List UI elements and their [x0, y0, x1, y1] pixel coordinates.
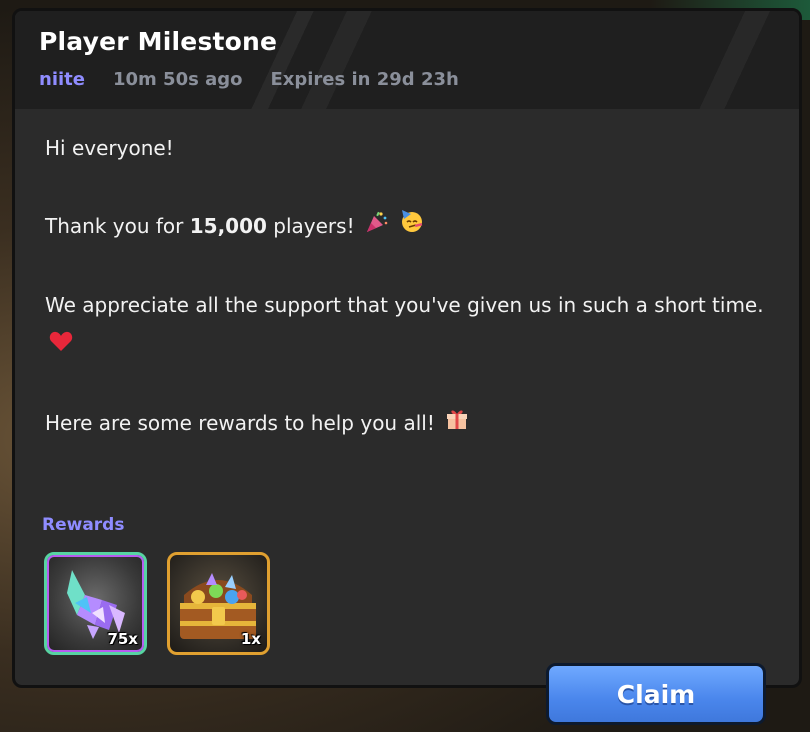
player-count: 15,000: [189, 214, 267, 238]
rewards-label: Rewards: [42, 515, 125, 535]
heart-icon: [49, 326, 73, 365]
reward-crystal-shards[interactable]: 75x: [44, 552, 147, 655]
message-body: Hi everyone! Thank you for 15,000 player…: [45, 129, 765, 444]
message-line: Here are some rewards to help you all!: [45, 404, 765, 444]
party-face-icon: [399, 208, 425, 247]
message-line: Thank you for 15,000 players!: [45, 207, 765, 247]
dialog-title: Player Milestone: [39, 27, 278, 56]
dialog-meta: niite 10m 50s ago Expires in 29d 23h: [39, 69, 459, 90]
reward-treasure-chest[interactable]: 1x: [167, 552, 270, 655]
reward-quantity: 1x: [240, 630, 261, 648]
claim-button[interactable]: Claim: [546, 663, 766, 725]
party-popper-icon: [365, 208, 389, 247]
dialog-header: Player Milestone niite 10m 50s ago Expir…: [15, 11, 799, 109]
posted-time: 10m 50s ago: [112, 69, 243, 90]
message-line: Hi everyone!: [45, 136, 174, 160]
milestone-dialog: Player Milestone niite 10m 50s ago Expir…: [12, 8, 802, 688]
gift-icon: [445, 405, 469, 444]
author-name[interactable]: niite: [39, 69, 85, 90]
message-line: We appreciate all the support that you'v…: [45, 286, 765, 365]
expiry-text: Expires in 29d 23h: [270, 69, 459, 90]
reward-quantity: 75x: [107, 630, 138, 648]
